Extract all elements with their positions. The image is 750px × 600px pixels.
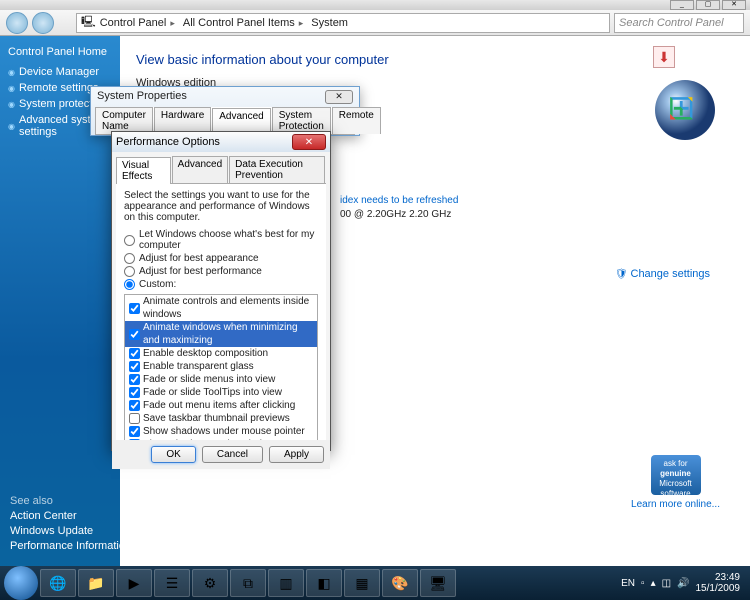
taskbar-app-icon[interactable]: ⚙ [192, 569, 228, 597]
checklist-item[interactable]: Fade or slide menus into view [125, 373, 317, 386]
tray-network-icon[interactable]: ◫ [662, 578, 671, 589]
checklist-item[interactable]: Animate windows when minimizing and maxi… [125, 321, 317, 347]
tray-flag-icon[interactable]: ▫ [641, 578, 645, 589]
system-properties-dialog: System Properties ✕ Computer Name Hardwa… [90, 86, 360, 136]
perfopts-tabs: Visual Effects Advanced Data Execution P… [116, 156, 326, 184]
dialog-close-button[interactable]: ✕ [325, 90, 353, 104]
sidebar-header[interactable]: Control Panel Home [8, 46, 112, 58]
perfopts-description: Select the settings you want to use for … [124, 190, 318, 223]
tray-up-icon[interactable]: ▴ [651, 578, 656, 589]
tab-system-protection[interactable]: System Protection [272, 107, 331, 134]
taskbar-media-icon[interactable]: ▶ [116, 569, 152, 597]
radio-option[interactable]: Custom: [124, 279, 318, 290]
apply-button[interactable]: Apply [269, 446, 324, 463]
nav-history-dropdown[interactable] [58, 12, 72, 34]
system-tray: EN ▫ ▴ ◫ 🔊 23:4915/1/2009 [621, 572, 746, 594]
close-button[interactable]: ✕ [722, 0, 746, 10]
forward-button[interactable] [32, 12, 54, 34]
sidebar-link-device-manager[interactable]: Device Manager [8, 66, 112, 78]
tab-advanced[interactable]: Advanced [172, 156, 228, 183]
checklist-item[interactable]: Save taskbar thumbnail previews [125, 412, 317, 425]
taskbar-app-icon[interactable]: ▦ [344, 569, 380, 597]
checklist-item[interactable]: Fade or slide ToolTips into view [125, 386, 317, 399]
taskbar-app-icon[interactable]: ◧ [306, 569, 342, 597]
tab-dep[interactable]: Data Execution Prevention [229, 156, 325, 183]
rating-icon[interactable]: ⬇ [653, 46, 675, 68]
see-also-link[interactable]: Windows Update [10, 525, 181, 537]
dialog-title: System Properties [97, 90, 187, 104]
radio-option[interactable]: Let Windows choose what's best for my co… [124, 229, 318, 251]
taskbar-ie-icon[interactable]: 🌐 [40, 569, 76, 597]
visual-effects-checklist[interactable]: Animate controls and elements inside win… [124, 294, 318, 440]
dialog-buttons: OK Cancel Apply [112, 440, 330, 469]
change-settings-link[interactable]: Change settings [615, 268, 710, 280]
processor-value: 00 @ 2.20GHz 2.20 GHz [340, 209, 451, 220]
windows-logo [655, 80, 715, 140]
minimize-button[interactable]: _ [670, 0, 694, 10]
taskbar-app-icon[interactable]: ☰ [154, 569, 190, 597]
dialog-title: Performance Options [116, 136, 220, 148]
checklist-item[interactable]: Animate controls and elements inside win… [125, 295, 317, 321]
see-also: See also Action Center Windows Update Pe… [10, 492, 181, 555]
tray-language[interactable]: EN [621, 578, 635, 589]
tray-clock[interactable]: 23:4915/1/2009 [696, 572, 741, 594]
search-input[interactable]: Search Control Panel [614, 13, 744, 33]
see-also-link[interactable]: Performance Information and Tools [10, 540, 181, 552]
performance-options-dialog: Performance Options ✕ Visual Effects Adv… [111, 131, 331, 451]
page-heading: View basic information about your comput… [136, 52, 734, 67]
back-button[interactable] [6, 12, 28, 34]
checklist-item[interactable]: Enable desktop composition [125, 347, 317, 360]
tab-remote[interactable]: Remote [332, 107, 381, 134]
taskbar-paint-icon[interactable]: 🎨 [382, 569, 418, 597]
taskbar-app-icon[interactable]: ▥ [268, 569, 304, 597]
learn-more-link[interactable]: Learn more online... [631, 499, 720, 510]
navbar: 🖳 Control Panel All Control Panel Items … [0, 10, 750, 36]
ok-button[interactable]: OK [151, 446, 195, 463]
dialog-close-button[interactable]: ✕ [292, 134, 326, 150]
radio-option[interactable]: Adjust for best appearance [124, 253, 318, 264]
taskbar: 🌐 📁 ▶ ☰ ⚙ ⧉ ▥ ◧ ▦ 🎨 🖥 EN ▫ ▴ ◫ 🔊 23:4915… [0, 566, 750, 600]
tab-computer-name[interactable]: Computer Name [95, 107, 153, 134]
taskbar-explorer-icon[interactable]: 📁 [78, 569, 114, 597]
see-also-header: See also [10, 495, 181, 507]
radio-option[interactable]: Adjust for best performance [124, 266, 318, 277]
checklist-item[interactable]: Show shadows under mouse pointer [125, 425, 317, 438]
tray-volume-icon[interactable]: 🔊 [677, 578, 689, 589]
maximize-button[interactable]: ▢ [696, 0, 720, 10]
checklist-item[interactable]: Fade out menu items after clicking [125, 399, 317, 412]
taskbar-app-icon[interactable]: ⧉ [230, 569, 266, 597]
breadcrumb-seg[interactable]: All Control Panel Items [183, 17, 307, 29]
genuine-badge[interactable]: ask forgenuineMicrosoftsoftware [651, 455, 701, 495]
breadcrumb-seg[interactable]: Control Panel [100, 17, 179, 29]
see-also-link[interactable]: Action Center [10, 510, 181, 522]
rating-refresh-link[interactable]: idex needs to be refreshed [340, 195, 458, 206]
taskbar-window-icon[interactable]: 🖥 [420, 569, 456, 597]
genuine-badge-area: ask forgenuineMicrosoftsoftware Learn mo… [631, 455, 720, 510]
cancel-button[interactable]: Cancel [202, 446, 263, 463]
breadcrumb[interactable]: 🖳 Control Panel All Control Panel Items … [76, 13, 610, 33]
start-button[interactable] [4, 566, 38, 600]
breadcrumb-seg[interactable]: System [311, 17, 356, 29]
window-titlebar: _ ▢ ✕ [0, 0, 750, 10]
tab-visual-effects[interactable]: Visual Effects [116, 157, 171, 184]
tab-hardware[interactable]: Hardware [154, 107, 211, 134]
checklist-item[interactable]: Enable transparent glass [125, 360, 317, 373]
